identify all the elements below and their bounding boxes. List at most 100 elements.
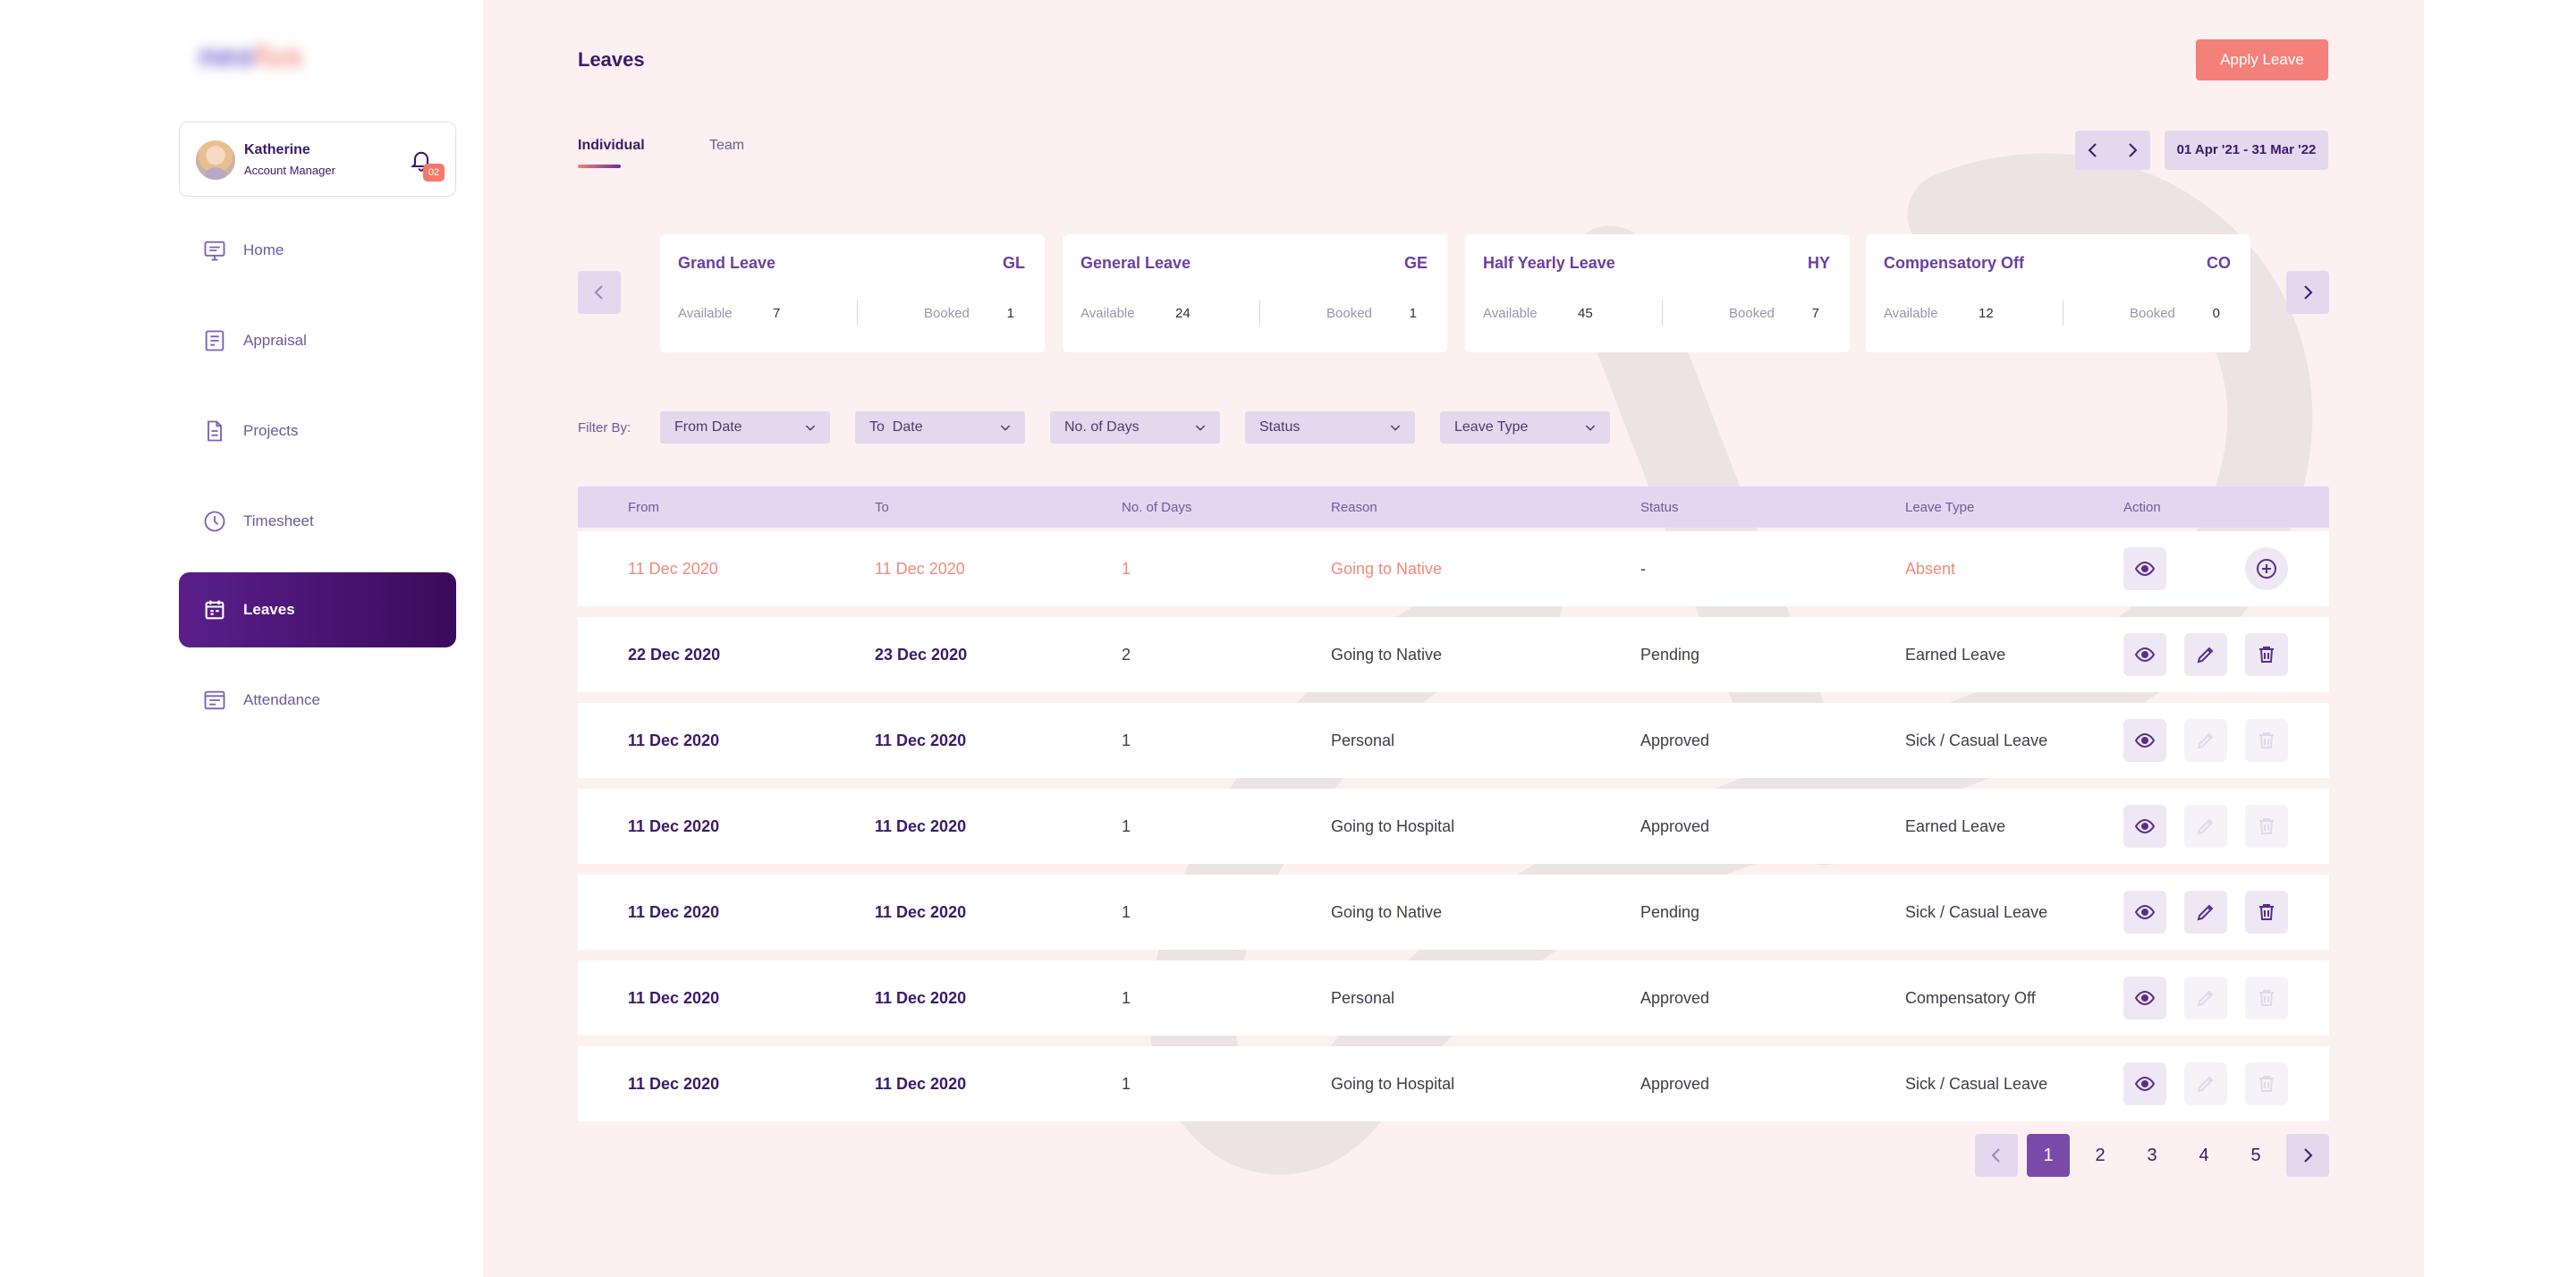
trash-icon — [2259, 990, 2274, 1006]
cell-to: 11 Dec 2020 — [875, 817, 967, 835]
view-button[interactable] — [2123, 633, 2166, 676]
sidebar-item-label: Home — [243, 241, 284, 258]
attendance-icon — [204, 690, 225, 710]
table-row[interactable]: 11 Dec 2020 11 Dec 2020 1 Going to Native Pe… — [578, 875, 2329, 950]
eye-icon — [2134, 732, 2156, 748]
cell-days: 1 — [1122, 1075, 1131, 1093]
leave-card-compensatory[interactable]: Compensatory Off CO Available 12 Booked … — [1866, 234, 2250, 352]
cards-prev-button[interactable] — [578, 271, 621, 314]
pagination-page-2[interactable]: 2 — [2079, 1134, 2122, 1177]
delete-button-disabled — [2245, 1062, 2288, 1105]
app-logo[interactable]: neofus — [199, 39, 331, 75]
trash-icon — [2259, 818, 2274, 834]
trash-icon — [2259, 732, 2274, 748]
cards-next-button[interactable] — [2286, 271, 2329, 314]
cell-from: 11 Dec 2020 — [628, 903, 720, 921]
page-title: Leaves — [578, 48, 645, 71]
cell-status: Approved — [1640, 732, 1710, 749]
filter-text: To Date — [869, 419, 923, 435]
sidebar-item-attendance[interactable]: Attendance — [179, 663, 456, 738]
table-row[interactable]: 11 Dec 2020 11 Dec 2020 1 Going to Native - A… — [578, 531, 2329, 606]
date-range-label[interactable]: 01 Apr '21 - 31 Mar '22 — [2165, 131, 2328, 170]
pagination-page-4[interactable]: 4 — [2182, 1134, 2225, 1177]
view-button[interactable] — [2123, 719, 2166, 762]
filter-from-date[interactable]: From Date — [660, 411, 830, 444]
filter-no-of-days[interactable]: No. of Days — [1050, 411, 1220, 444]
view-button[interactable] — [2123, 1062, 2166, 1105]
pagination-page-5[interactable]: 5 — [2234, 1134, 2277, 1177]
leave-card-general[interactable]: General Leave GE Available 24 Booked 1 — [1063, 234, 1447, 352]
chevron-left-icon[interactable] — [2082, 140, 2104, 161]
sidebar-item-appraisal[interactable]: Appraisal — [179, 303, 456, 378]
edit-button-disabled — [2184, 719, 2227, 762]
card-code: GL — [1003, 254, 1025, 272]
filter-status[interactable]: Status — [1245, 411, 1415, 444]
sidebar-item-timesheet[interactable]: Timesheet — [179, 484, 456, 559]
table-row[interactable]: 22 Dec 2020 23 Dec 2020 2 Going to Native Pe… — [578, 617, 2329, 692]
sidebar-item-home[interactable]: Home — [179, 213, 456, 288]
sidebar-item-leaves[interactable]: Leaves — [179, 572, 456, 647]
table-row[interactable]: 11 Dec 2020 11 Dec 2020 1 Going to Hospital… — [578, 1046, 2329, 1121]
card-divider — [1259, 300, 1260, 326]
filter-leave-type[interactable]: Leave Type — [1440, 411, 1610, 444]
chevron-right-icon[interactable] — [2122, 140, 2143, 161]
tab-individual[interactable]: Individual — [578, 138, 645, 154]
pagination-page-1[interactable]: 1 — [2027, 1134, 2070, 1177]
pagination-next-button[interactable] — [2286, 1134, 2329, 1177]
eye-icon — [2134, 818, 2156, 834]
monitor-icon — [204, 241, 225, 261]
apply-leave-button[interactable]: Apply Leave — [2196, 39, 2328, 80]
filter-text: Leave Type — [1454, 419, 1529, 435]
card-available-value: 7 — [773, 306, 781, 321]
table-row[interactable]: 11 Dec 2020 11 Dec 2020 1 Personal Approved C… — [578, 960, 2329, 1036]
edit-button[interactable] — [2184, 633, 2227, 676]
cell-reason: Going to Hospital — [1331, 817, 1455, 835]
cell-days: 1 — [1122, 732, 1131, 749]
cell-leave-type: Sick / Casual Leave — [1905, 732, 2048, 749]
card-available-value: 12 — [1979, 306, 1994, 321]
sidebar-item-projects[interactable]: Projects — [179, 393, 456, 469]
tab-team[interactable]: Team — [709, 138, 744, 154]
edit-button-disabled — [2184, 805, 2227, 848]
delete-button[interactable] — [2245, 633, 2288, 676]
edit-button[interactable] — [2184, 891, 2227, 934]
filter-to-date[interactable]: To Date — [855, 411, 1025, 444]
view-button[interactable] — [2123, 805, 2166, 848]
cell-status: - — [1640, 560, 1646, 578]
add-button[interactable] — [2245, 547, 2288, 590]
pencil-icon — [2197, 990, 2214, 1007]
card-divider — [857, 300, 858, 326]
table-row[interactable]: 11 Dec 2020 11 Dec 2020 1 Going to Hospital… — [578, 789, 2329, 864]
card-available-label: Available — [678, 306, 733, 321]
sidebar-item-label: Appraisal — [243, 332, 307, 349]
view-button[interactable] — [2123, 891, 2166, 934]
card-available-value: 45 — [1578, 306, 1593, 321]
view-button[interactable] — [2123, 977, 2166, 1019]
card-booked-label: Booked — [1729, 306, 1775, 321]
chevron-right-icon — [2304, 285, 2313, 300]
cell-to: 11 Dec 2020 — [875, 903, 967, 921]
card-booked-label: Booked — [924, 306, 970, 321]
leave-card-grand[interactable]: Grand Leave GL Available 7 Booked 1 — [660, 234, 1045, 352]
table-row[interactable]: 11 Dec 2020 11 Dec 2020 1 Personal Approved S… — [578, 703, 2329, 778]
pagination-page-3[interactable]: 3 — [2131, 1134, 2174, 1177]
leave-card-half-yearly[interactable]: Half Yearly Leave HY Available 45 Booked… — [1465, 234, 1850, 352]
delete-button[interactable] — [2245, 891, 2288, 934]
card-title: Compensatory Off — [1884, 254, 2025, 272]
cell-from: 11 Dec 2020 — [628, 560, 718, 578]
avatar — [196, 140, 235, 180]
card-code: HY — [1807, 254, 1830, 272]
cell-from: 22 Dec 2020 — [628, 646, 721, 664]
column-header-reason: Reason — [1331, 500, 1377, 515]
profile-card[interactable]: Katherine Account Manager 02 — [179, 122, 456, 197]
pagination-prev-button[interactable] — [1975, 1134, 2018, 1177]
filter-text: No. of Days — [1064, 419, 1140, 435]
cell-reason: Personal — [1331, 989, 1395, 1007]
pencil-icon — [2197, 647, 2214, 664]
pencil-icon — [2197, 818, 2214, 835]
chevron-down-icon — [1195, 425, 1206, 431]
card-available-label: Available — [1884, 306, 1938, 321]
view-button[interactable] — [2123, 547, 2166, 590]
cell-leave-type: Earned Leave — [1905, 817, 2006, 835]
eye-icon — [2134, 990, 2156, 1006]
